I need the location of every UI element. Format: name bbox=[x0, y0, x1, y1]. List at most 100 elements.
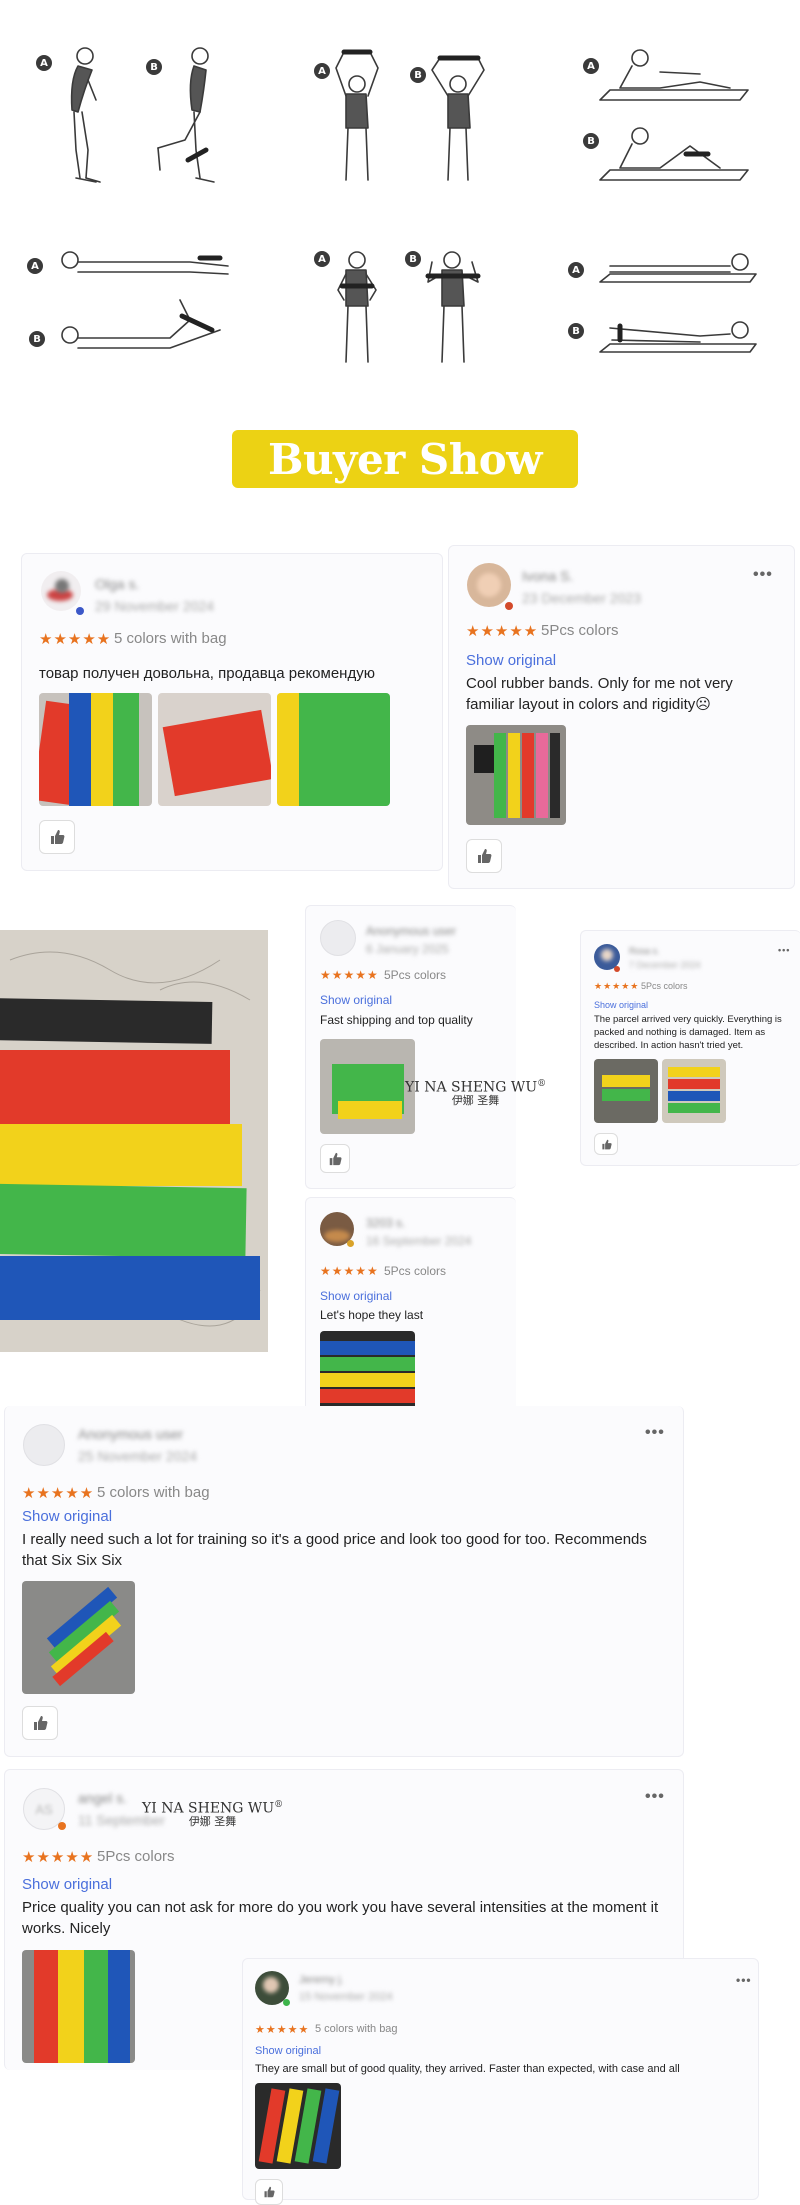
review-photo[interactable] bbox=[594, 1059, 658, 1123]
review-photo[interactable] bbox=[158, 693, 271, 806]
review-text: I really need such a lot for training so… bbox=[22, 1531, 647, 1569]
rating-stars: ★★★★★ bbox=[320, 968, 379, 982]
review-text: товар получен довольна, продавца рекомен… bbox=[39, 665, 375, 682]
review-date: 29 November 2024 bbox=[95, 598, 215, 614]
rating-stars: ★★★★★ bbox=[466, 623, 539, 640]
more-options-icon[interactable]: ••• bbox=[753, 566, 773, 584]
step-badge-b: B bbox=[410, 67, 426, 83]
review-photo[interactable] bbox=[466, 725, 566, 825]
rating-stars: ★★★★★ bbox=[255, 2024, 310, 2036]
brand-watermark: YI NA SHENG WU® 伊娜 圣舞 bbox=[405, 1079, 547, 1108]
avatar bbox=[41, 571, 81, 611]
step-badge-b: B bbox=[583, 133, 599, 149]
review-text: The parcel arrived very quickly. Everyth… bbox=[594, 1014, 782, 1051]
thumbs-up-icon[interactable] bbox=[255, 2179, 283, 2205]
reviewer-name: Olga s. bbox=[95, 576, 140, 592]
review-photo[interactable] bbox=[255, 2083, 341, 2169]
reviewer-name: Jeremy j. bbox=[299, 1974, 344, 1986]
figure-standing-side bbox=[70, 47, 101, 183]
review-text: Let's hope they last bbox=[320, 1308, 424, 1322]
rating-stars: ★★★★★ bbox=[22, 1849, 95, 1866]
banner-title: Buyer Show bbox=[268, 434, 542, 484]
more-options-icon[interactable]: ••• bbox=[645, 1424, 665, 1442]
rating-stars: ★★★★★ bbox=[594, 981, 640, 991]
review-text: Fast shipping and top quality bbox=[320, 1013, 473, 1027]
reviewer-name: Rosa s. bbox=[629, 946, 660, 956]
anonymous-avatar-icon bbox=[23, 1424, 65, 1466]
review-photo[interactable] bbox=[277, 693, 390, 806]
review-card: Ivona S. 23 December 2023 ••• ★★★★★ 5Pcs… bbox=[448, 545, 795, 889]
thumbs-up-icon[interactable] bbox=[320, 1144, 350, 1173]
show-original-link[interactable]: Show original bbox=[22, 1508, 112, 1525]
review-photo[interactable] bbox=[662, 1059, 726, 1123]
reviewer-name: angel s. bbox=[78, 1790, 128, 1806]
figure-prone-curl bbox=[61, 251, 229, 349]
step-badge-a: A bbox=[36, 55, 52, 71]
variant-label: 5Pcs colors bbox=[384, 968, 447, 982]
country-flag-icon bbox=[283, 1999, 290, 2006]
figure-kickback bbox=[157, 47, 215, 183]
review-text: Cool rubber bands. Only for me not very … bbox=[466, 675, 733, 713]
show-original-link[interactable]: Show original bbox=[320, 1289, 392, 1303]
more-options-icon[interactable]: ••• bbox=[645, 1788, 665, 1806]
figure-chest-pull-a bbox=[337, 251, 377, 363]
step-badge-a: A bbox=[314, 63, 330, 79]
review-text: They are small but of good quality, they… bbox=[255, 2063, 680, 2075]
figure-chest-pull-b bbox=[425, 251, 481, 363]
show-original-link[interactable]: Show original bbox=[320, 993, 392, 1007]
review-date: 6 January 2025 bbox=[366, 942, 449, 956]
thumbs-up-icon[interactable] bbox=[466, 839, 502, 873]
reviewer-name: Anonymous user bbox=[366, 924, 457, 938]
review-card: Olga s. 29 November 2024 ★★★★★ 5 colors … bbox=[21, 553, 443, 871]
figure-overhead-b bbox=[431, 55, 485, 181]
step-badge-a: A bbox=[583, 58, 599, 74]
exercise-illustrations bbox=[61, 47, 757, 363]
show-original-link[interactable]: Show original bbox=[466, 652, 556, 669]
variant-label: 5Pcs colors bbox=[541, 622, 619, 639]
step-badge-a: A bbox=[568, 262, 584, 278]
show-original-link[interactable]: Show original bbox=[594, 1000, 648, 1010]
review-photo[interactable] bbox=[39, 693, 152, 806]
variant-label: 5 colors with bag bbox=[315, 2023, 398, 2035]
country-flag-icon bbox=[58, 1822, 66, 1830]
rating-stars: ★★★★★ bbox=[22, 1485, 95, 1502]
review-card: Jeremy j. 15 November 2024 ••• ★★★★★ 5 c… bbox=[242, 1958, 759, 2205]
rating-stars: ★★★★★ bbox=[39, 631, 112, 648]
country-flag-icon bbox=[505, 602, 513, 610]
review-card: Anonymous user 25 November 2024 ••• ★★★★… bbox=[4, 1406, 684, 1757]
country-flag-icon bbox=[347, 1240, 354, 1247]
brand-watermark: YI NA SHENG WU® 伊娜 圣舞 bbox=[142, 1800, 283, 1829]
watermark-chinese: 伊娜 圣舞 bbox=[188, 1815, 237, 1829]
review-text: Price quality you can not ask for more d… bbox=[22, 1899, 659, 1937]
avatar-initials: AS bbox=[35, 1801, 53, 1817]
variant-label: 5Pcs colors bbox=[97, 1848, 175, 1865]
step-badge-a: A bbox=[314, 251, 330, 267]
figure-side-leg-raise bbox=[599, 253, 757, 353]
review-photo[interactable] bbox=[22, 1581, 135, 1694]
more-options-icon[interactable]: ••• bbox=[778, 945, 790, 955]
review-date: 25 November 2024 bbox=[78, 1448, 198, 1464]
watermark-chinese: 伊娜 圣舞 bbox=[451, 1094, 500, 1108]
anonymous-avatar-icon bbox=[320, 920, 356, 956]
rating-stars: ★★★★★ bbox=[320, 1264, 379, 1278]
step-badge-b: B bbox=[29, 331, 45, 347]
variant-label: 5 colors with bag bbox=[114, 630, 227, 647]
more-options-icon[interactable]: ••• bbox=[736, 1973, 752, 1987]
review-date: 15 November 2024 bbox=[299, 1991, 393, 2003]
review-photo[interactable] bbox=[320, 1039, 415, 1134]
review-date: 7 December 2024 bbox=[629, 960, 701, 970]
product-photo-large[interactable] bbox=[0, 930, 268, 1352]
thumbs-up-icon[interactable] bbox=[39, 820, 75, 854]
country-flag-icon bbox=[76, 607, 84, 615]
show-original-link[interactable]: Show original bbox=[255, 2045, 321, 2057]
thumbs-up-icon[interactable] bbox=[594, 1133, 618, 1155]
reviewer-name: Anonymous user bbox=[78, 1426, 184, 1442]
review-date: 23 December 2023 bbox=[522, 590, 642, 606]
thumbs-up-icon[interactable] bbox=[22, 1706, 58, 1740]
watermark-reg: ® bbox=[537, 1079, 547, 1089]
variant-label: 5Pcs colors bbox=[384, 1264, 447, 1278]
show-original-link[interactable]: Show original bbox=[22, 1876, 112, 1893]
step-badge-a: A bbox=[27, 258, 43, 274]
variant-label: 5Pcs colors bbox=[641, 981, 688, 991]
review-photo[interactable] bbox=[22, 1950, 135, 2063]
